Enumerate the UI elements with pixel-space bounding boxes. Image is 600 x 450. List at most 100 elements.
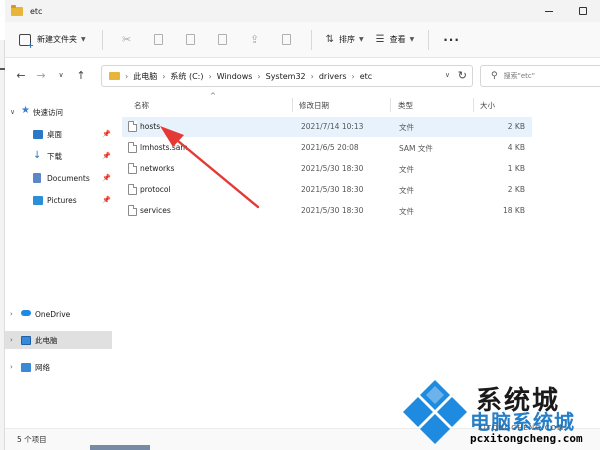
rename-icon <box>218 34 228 45</box>
file-name: networks <box>140 164 175 173</box>
breadcrumb-system32[interactable]: System32 <box>266 72 306 81</box>
cut-button[interactable]: ✂ <box>111 28 143 52</box>
documents-icon <box>33 173 41 183</box>
minimize-button[interactable] <box>532 0 566 22</box>
delete-button[interactable] <box>271 28 303 52</box>
refresh-icon[interactable]: ↻ <box>458 69 467 82</box>
file-modified: 2021/6/5 20:08 <box>301 143 359 152</box>
nav-item-documents[interactable]: Documents 📌 <box>5 169 112 187</box>
taskbar-peek <box>90 445 150 450</box>
copy-button[interactable] <box>143 28 175 52</box>
file-type: 文件 <box>399 186 414 195</box>
up-button[interactable]: ↑ <box>71 63 91 87</box>
file-type: SAM 文件 <box>399 144 433 153</box>
rename-button[interactable] <box>207 28 239 52</box>
watermark-middle: XITONGCHENG.COM <box>478 424 565 432</box>
file-name: services <box>140 206 171 215</box>
arrow-right-icon: → <box>36 68 46 82</box>
recent-locations-button[interactable]: ∨ <box>51 63 71 87</box>
file-list: ^ 名称 修改日期 类型 大小 hosts 2021/7/14 10:13 文件… <box>118 92 600 428</box>
nav-item-desktop[interactable]: 桌面 📌 <box>5 125 112 143</box>
chevron-down-icon: ▼ <box>81 36 86 43</box>
nav-network[interactable]: › 网络 <box>5 358 112 376</box>
file-icon <box>128 163 137 174</box>
nav-item-pictures[interactable]: Pictures 📌 <box>5 191 112 209</box>
item-count: 5 个项目 <box>17 435 47 444</box>
column-divider[interactable] <box>390 98 391 112</box>
nav-this-pc-label: 此电脑 <box>35 335 58 345</box>
file-type: 文件 <box>399 123 414 132</box>
pin-icon[interactable]: 📌 <box>102 130 111 138</box>
search-box[interactable]: ⚲ <box>480 65 600 87</box>
chevron-right-icon: › <box>257 71 261 81</box>
chevron-down-icon: ∨ <box>58 71 64 79</box>
breadcrumb-drivers[interactable]: drivers <box>319 72 347 81</box>
column-header-name[interactable]: 名称 <box>134 100 149 111</box>
chevron-right-icon: › <box>10 310 13 318</box>
back-button[interactable]: ← <box>11 63 31 87</box>
breadcrumb-c-drive[interactable]: 系统 (C:) <box>170 71 203 82</box>
folder-icon <box>11 4 23 16</box>
nav-onedrive[interactable]: › OneDrive <box>5 305 112 323</box>
share-button[interactable]: ⇪ <box>239 28 271 52</box>
file-type: 文件 <box>399 207 414 216</box>
sort-ascending-icon: ^ <box>210 92 216 100</box>
nav-item-label: 下载 <box>47 151 62 161</box>
view-button[interactable]: ☰ 查看 ▼ <box>370 28 421 52</box>
copy-icon <box>154 34 164 45</box>
cloud-icon <box>21 310 31 316</box>
sort-button[interactable]: ⇅ 排序 ▼ <box>320 28 370 52</box>
chevron-right-icon: › <box>10 336 13 344</box>
pin-icon[interactable]: 📌 <box>102 196 111 204</box>
file-size: 2 KB <box>507 122 525 131</box>
address-bar[interactable]: › 此电脑 › 系统 (C:) › Windows › System32 › d… <box>101 65 473 87</box>
nav-quick-access[interactable]: ∨ ★ 快速访问 <box>5 103 112 121</box>
nav-item-label: Pictures <box>47 195 77 205</box>
chevron-down-icon: ▼ <box>359 36 364 43</box>
nav-quick-access-label: 快速访问 <box>33 107 63 117</box>
pin-icon[interactable]: 📌 <box>102 152 111 160</box>
file-size: 18 KB <box>503 206 525 215</box>
nav-item-label: 桌面 <box>47 129 62 139</box>
sort-label: 排序 <box>339 35 356 44</box>
column-header-type[interactable]: 类型 <box>398 100 413 111</box>
chevron-right-icon: › <box>162 71 166 81</box>
navigation-pane: ∨ ★ 快速访问 桌面 📌 ↓ 下载 📌 Documents 📌 Picture… <box>5 92 112 428</box>
paste-icon <box>186 34 196 45</box>
title-bar[interactable]: etc <box>5 0 600 22</box>
breadcrumb-windows[interactable]: Windows <box>217 72 253 81</box>
maximize-button[interactable] <box>566 0 600 22</box>
window-controls <box>532 0 600 22</box>
column-divider[interactable] <box>473 98 474 112</box>
file-row-services[interactable]: services 2021/5/30 18:30 文件 18 KB <box>122 201 532 221</box>
file-row-hosts[interactable]: hosts 2021/7/14 10:13 文件 2 KB <box>122 117 532 137</box>
column-header-size[interactable]: 大小 <box>480 100 495 111</box>
file-modified: 2021/5/30 18:30 <box>301 185 364 194</box>
paste-button[interactable] <box>175 28 207 52</box>
breadcrumb-this-pc[interactable]: 此电脑 <box>133 71 157 82</box>
pin-icon[interactable]: 📌 <box>102 174 111 182</box>
file-icon <box>128 121 137 132</box>
file-explorer-window: etc 新建文件夹 ▼ ✂ ⇪ ⇅ 排序 ▼ ☰ 查看 ▼ ··· <box>0 0 600 450</box>
arrow-left-icon: ← <box>16 68 26 82</box>
more-options-button[interactable]: ··· <box>443 33 460 47</box>
folder-icon <box>109 72 120 80</box>
new-folder-button[interactable]: 新建文件夹 ▼ <box>19 28 94 52</box>
column-divider[interactable] <box>292 98 293 112</box>
file-row-lmhosts[interactable]: lmhosts.sam 2021/6/5 20:08 SAM 文件 4 KB <box>122 138 532 158</box>
nav-this-pc[interactable]: › 此电脑 <box>5 331 112 349</box>
scissors-icon: ✂ <box>122 33 132 46</box>
file-modified: 2021/7/14 10:13 <box>301 122 364 131</box>
file-row-protocol[interactable]: protocol 2021/5/30 18:30 文件 2 KB <box>122 180 532 200</box>
watermark-url: pcxitongcheng.com <box>470 432 583 445</box>
file-row-networks[interactable]: networks 2021/5/30 18:30 文件 1 KB <box>122 159 532 179</box>
search-input[interactable] <box>503 72 594 80</box>
column-header-modified[interactable]: 修改日期 <box>299 100 329 111</box>
pictures-icon <box>33 196 43 205</box>
network-icon <box>21 363 31 372</box>
address-dropdown-icon[interactable]: ∨ <box>445 71 450 79</box>
chevron-down-icon: ∨ <box>10 108 16 116</box>
nav-item-downloads[interactable]: ↓ 下载 📌 <box>5 147 112 165</box>
breadcrumb-etc[interactable]: etc <box>360 72 372 81</box>
forward-button[interactable]: → <box>31 63 51 87</box>
